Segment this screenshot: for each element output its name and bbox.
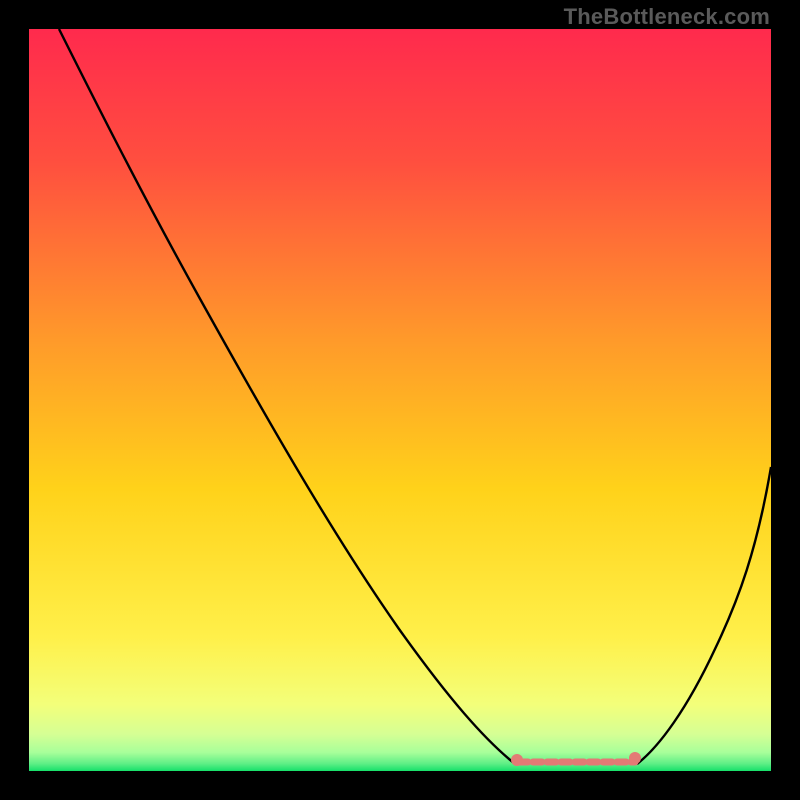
chart-frame: [29, 29, 771, 771]
plateau-marker-right: [629, 752, 641, 764]
plateau-marker-left: [511, 754, 523, 766]
bottleneck-curve-chart: [29, 29, 771, 771]
gradient-background: [29, 29, 771, 771]
watermark-text: TheBottleneck.com: [564, 4, 770, 30]
